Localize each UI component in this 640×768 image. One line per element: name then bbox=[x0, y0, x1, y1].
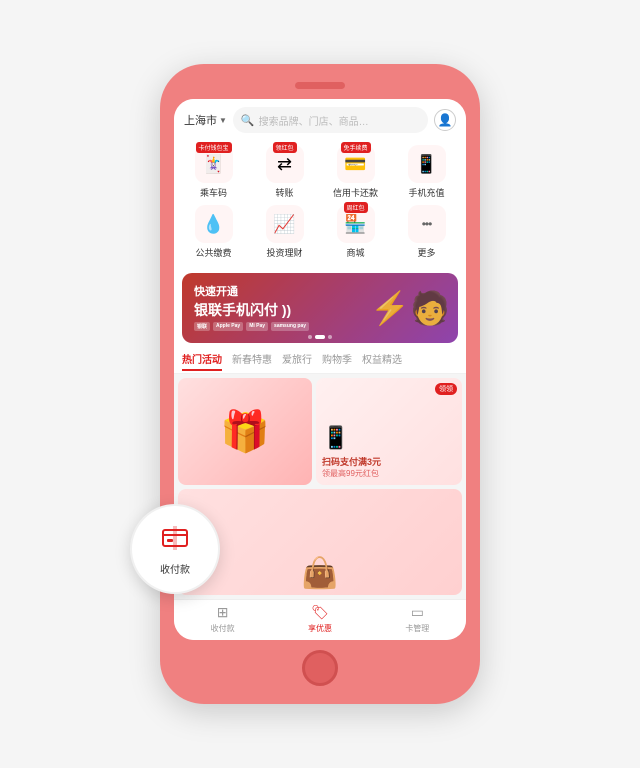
action-icon-transfer: ⇄ 领红包 bbox=[266, 145, 304, 183]
banner-subtitle: 银联手机闪付 )) bbox=[194, 301, 309, 319]
banner-logo-apple: Apple Pay bbox=[213, 322, 243, 331]
content-row-top: 🎁 领领 📱 扫码支付满3元 领最高99元红包 bbox=[178, 378, 462, 485]
credit-icon: 💳 bbox=[344, 154, 366, 175]
action-badge-card: 卡付钱包宝 bbox=[195, 142, 231, 153]
nav-label-card-mgmt: 卡管理 bbox=[405, 623, 429, 634]
banner-title: 快速开通 bbox=[194, 285, 309, 300]
tab-travel[interactable]: 爱旅行 bbox=[282, 351, 312, 371]
floating-pay-button[interactable]: 收付款 bbox=[130, 504, 220, 594]
banner-dot-3 bbox=[328, 335, 332, 339]
action-label-transfer: 转账 bbox=[275, 186, 293, 199]
card-right-title: 扫码支付满3元 bbox=[322, 455, 381, 468]
mall-icon: 🏪 bbox=[344, 214, 366, 235]
action-label-credit: 信用卡还款 bbox=[333, 186, 378, 199]
recharge-icon: 📱 bbox=[415, 154, 437, 175]
banner-deco-icon: ⚡🧑 bbox=[370, 289, 450, 327]
banner-dot-2 bbox=[315, 335, 325, 339]
action-icon-mall: 🏪 周红包 bbox=[337, 205, 375, 243]
card-mgmt-nav-icon: ▭ bbox=[411, 604, 424, 621]
more-dots-icon: ••• bbox=[422, 217, 432, 231]
action-badge-transfer: 领红包 bbox=[272, 142, 296, 153]
action-label-card-code: 乘车码 bbox=[200, 186, 227, 199]
action-badge-mall: 周红包 bbox=[343, 202, 367, 213]
user-avatar-icon[interactable]: 👤 bbox=[434, 109, 456, 131]
action-mall[interactable]: 🏪 周红包 商城 bbox=[328, 205, 384, 259]
gift-icon: 🎁 bbox=[220, 408, 270, 455]
action-icon-credit: 💳 免手续费 bbox=[337, 145, 375, 183]
action-more[interactable]: ••• 更多 bbox=[399, 205, 455, 259]
action-label-invest: 投资理财 bbox=[266, 246, 302, 259]
tab-benefits[interactable]: 权益精选 bbox=[362, 351, 402, 371]
bottom-nav: ⊞ 收付款 🏷 享优惠 ▭ 卡管理 bbox=[174, 599, 466, 640]
actions-row-2: 💧 公共缴费 📈 投资理财 🏪 周红包 bbox=[178, 205, 462, 259]
benefits-nav-icon: 🏷 bbox=[311, 604, 329, 621]
actions-row-1: 🃏 卡付钱包宝 乘车码 ⇄ 领红包 转账 💳 bbox=[178, 145, 462, 199]
header: 上海市 ▼ 🔍 搜索品牌、门店、商品… 👤 bbox=[174, 99, 466, 139]
search-placeholder: 搜索品牌、门店、商品… bbox=[259, 113, 369, 128]
bag-icon: 👜 bbox=[301, 556, 338, 591]
nav-label-pay: 收付款 bbox=[211, 623, 235, 634]
invest-icon: 📈 bbox=[273, 214, 295, 235]
tab-hot-activities[interactable]: 热门活动 bbox=[182, 351, 222, 371]
card-right-sub: 领最高99元红包 bbox=[322, 468, 379, 479]
phone-speaker bbox=[295, 82, 345, 89]
search-bar[interactable]: 🔍 搜索品牌、门店、商品… bbox=[233, 107, 428, 133]
banner-logo-samsung: samsung pay bbox=[271, 322, 309, 331]
location-text: 上海市 bbox=[184, 112, 217, 128]
action-badge-credit: 免手续费 bbox=[340, 142, 370, 153]
banner-dot-1 bbox=[308, 335, 312, 339]
content-card-bag[interactable]: 👜 bbox=[178, 489, 462, 596]
banner-logos: 银联 Apple Pay Mi Pay samsung pay bbox=[194, 322, 309, 331]
nav-item-card-mgmt[interactable]: ▭ 卡管理 bbox=[405, 604, 429, 634]
action-label-more: 更多 bbox=[417, 246, 435, 259]
action-icon-invest: 📈 bbox=[266, 205, 304, 243]
action-utility[interactable]: 💧 公共缴费 bbox=[186, 205, 242, 259]
phone-shell: 上海市 ▼ 🔍 搜索品牌、门店、商品… 👤 🃏 卡付钱包宝 bbox=[160, 64, 480, 704]
action-card-code[interactable]: 🃏 卡付钱包宝 乘车码 bbox=[186, 145, 242, 199]
action-icon-recharge: 📱 bbox=[408, 145, 446, 183]
content-card-qr[interactable]: 领领 📱 扫码支付满3元 领最高99元红包 bbox=[316, 378, 462, 485]
action-label-mall: 商城 bbox=[346, 246, 364, 259]
promotion-banner[interactable]: 快速开通 银联手机闪付 )) 银联 Apple Pay Mi Pay samsu… bbox=[182, 273, 458, 343]
banner-logo-mi: Mi Pay bbox=[246, 322, 268, 331]
card-code-icon: 🃏 bbox=[202, 154, 224, 175]
banner-logo-unionpay: 银联 bbox=[194, 322, 210, 331]
action-label-recharge: 手机充值 bbox=[408, 186, 444, 199]
floating-pay-icon bbox=[159, 522, 191, 559]
content-row-bottom: 👜 bbox=[178, 489, 462, 596]
action-icon-utility: 💧 bbox=[195, 205, 233, 243]
search-icon: 🔍 bbox=[241, 114, 255, 127]
action-label-utility: 公共缴费 bbox=[195, 246, 231, 259]
content-tabs: 热门活动 新春特惠 爱旅行 购物季 权益精选 bbox=[174, 347, 466, 374]
chevron-down-icon: ▼ bbox=[219, 116, 227, 125]
action-invest[interactable]: 📈 投资理财 bbox=[257, 205, 313, 259]
content-area: 🎁 领领 📱 扫码支付满3元 领最高99元红包 👜 bbox=[174, 374, 466, 599]
action-transfer[interactable]: ⇄ 领红包 转账 bbox=[257, 145, 313, 199]
utility-icon: 💧 bbox=[202, 214, 224, 235]
transfer-icon: ⇄ bbox=[277, 154, 292, 175]
pay-nav-icon: ⊞ bbox=[217, 604, 229, 621]
action-recharge[interactable]: 📱 手机充值 bbox=[399, 145, 455, 199]
location-button[interactable]: 上海市 ▼ bbox=[184, 112, 227, 128]
action-icon-card-code: 🃏 卡付钱包宝 bbox=[195, 145, 233, 183]
qr-code-icon: 📱 bbox=[322, 425, 349, 451]
tab-shopping[interactable]: 购物季 bbox=[322, 351, 352, 371]
tab-spring-deals[interactable]: 新春特惠 bbox=[232, 351, 272, 371]
action-credit[interactable]: 💳 免手续费 信用卡还款 bbox=[328, 145, 384, 199]
phone-home-button[interactable] bbox=[302, 650, 338, 686]
quick-actions: 🃏 卡付钱包宝 乘车码 ⇄ 领红包 转账 💳 bbox=[174, 139, 466, 269]
banner-dots bbox=[308, 335, 332, 339]
nav-item-benefits[interactable]: 🏷 享优惠 bbox=[308, 604, 332, 634]
content-card-gift[interactable]: 🎁 bbox=[178, 378, 312, 485]
action-icon-more: ••• bbox=[408, 205, 446, 243]
banner-text-block: 快速开通 银联手机闪付 )) 银联 Apple Pay Mi Pay samsu… bbox=[194, 285, 309, 331]
nav-label-benefits: 享优惠 bbox=[308, 623, 332, 634]
nav-item-pay[interactable]: ⊞ 收付款 bbox=[211, 604, 235, 634]
floating-pay-label: 收付款 bbox=[160, 561, 190, 576]
card-badge-claim: 领领 bbox=[435, 383, 457, 395]
